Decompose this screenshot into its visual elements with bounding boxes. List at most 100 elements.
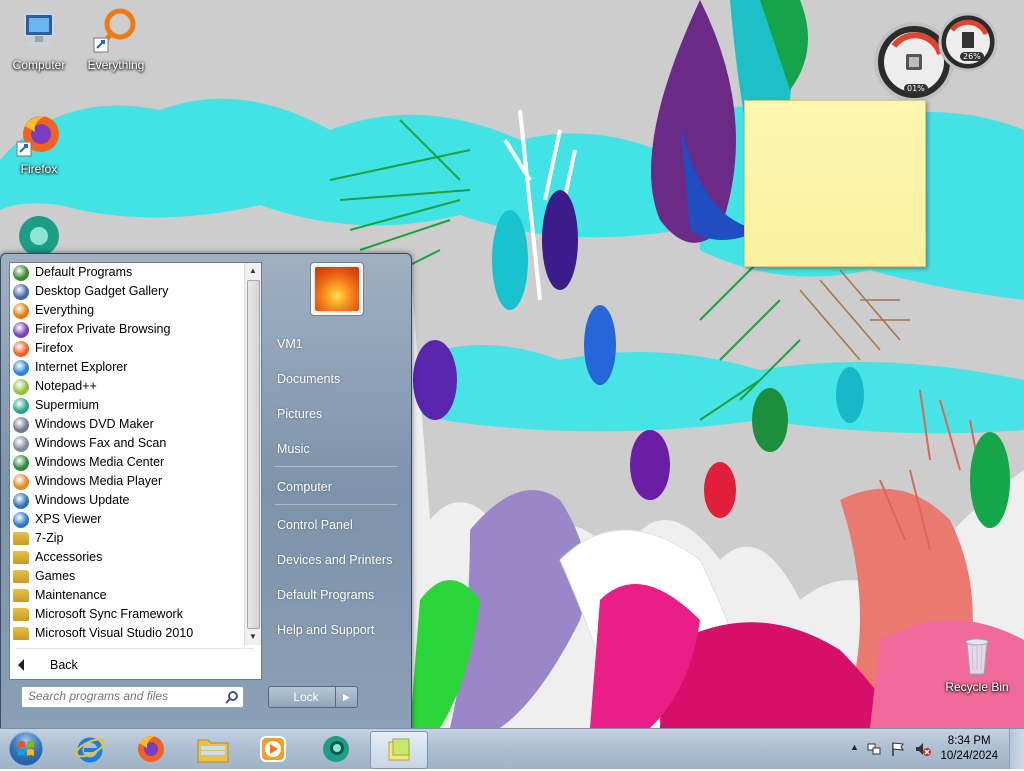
everything-icon xyxy=(13,302,29,319)
right-pane-item[interactable]: Control Panel xyxy=(277,518,353,532)
firefox-icon xyxy=(13,340,29,357)
supermium-icon xyxy=(323,736,349,762)
program-label: Windows Fax and Scan xyxy=(35,436,167,450)
program-item[interactable]: Windows DVD Maker xyxy=(10,415,244,434)
taskbar-firefox[interactable] xyxy=(125,731,177,767)
program-item[interactable]: Supermium xyxy=(10,396,244,415)
program-item[interactable]: Firefox Private Browsing xyxy=(10,320,244,339)
start-menu: Default Programs Desktop Gadget Gallery Ev… xyxy=(0,253,412,730)
dvd-maker-icon xyxy=(13,416,29,433)
folder-icon xyxy=(197,739,229,763)
windows-update-icon xyxy=(13,492,29,509)
program-label: Default Programs xyxy=(35,265,133,279)
right-pane-item[interactable]: Pictures xyxy=(277,407,322,421)
desktop-icon-computer[interactable]: Computer xyxy=(2,8,76,72)
clock-time: 8:34 PM xyxy=(947,735,991,747)
supermium-icon xyxy=(13,397,29,414)
sticky-note[interactable] xyxy=(744,100,926,267)
desktop-icon-firefox[interactable]: Firefox xyxy=(2,112,76,176)
folder-icon xyxy=(13,551,29,564)
program-item[interactable]: Maintenance xyxy=(10,586,244,605)
media-center-icon xyxy=(13,454,29,471)
scroll-up-icon[interactable]: ▲ xyxy=(245,263,261,279)
network-icon[interactable] xyxy=(866,741,882,757)
program-label: Windows Update xyxy=(35,493,130,507)
show-hidden-icons-icon[interactable]: ▲ xyxy=(850,742,859,752)
clock[interactable]: 8:34 PM 10/24/2024 xyxy=(940,734,998,764)
program-label: Accessories xyxy=(35,550,103,564)
internet-explorer-icon xyxy=(75,737,105,763)
desktop-icon-everything[interactable]: Everything xyxy=(79,8,153,72)
start-button[interactable] xyxy=(4,730,48,768)
desktop-icon-label: Firefox xyxy=(20,162,58,176)
clock-date: 10/24/2024 xyxy=(940,750,998,762)
media-player-icon xyxy=(260,736,286,762)
program-item[interactable]: Windows Media Center xyxy=(10,453,244,472)
program-label: Firefox xyxy=(35,341,74,355)
cpu-percent: 01% xyxy=(904,84,928,93)
firefox-icon xyxy=(138,735,164,762)
right-pane-item[interactable]: Default Programs xyxy=(277,588,374,602)
program-item[interactable]: Windows Media Player xyxy=(10,472,244,491)
desktop-icon-recycle-bin[interactable]: Recycle Bin xyxy=(940,630,1014,694)
program-label: Notepad++ xyxy=(35,379,97,393)
program-item[interactable]: Windows Fax and Scan xyxy=(10,434,244,453)
recycle-bin-icon xyxy=(953,630,1001,678)
program-item[interactable]: Internet Explorer xyxy=(10,358,244,377)
taskbar-media-player[interactable] xyxy=(247,731,299,767)
program-label: Microsoft Visual Studio 2010 xyxy=(35,626,194,640)
taskbar: ▲ 8:34 PM 10/24/2024 xyxy=(0,728,1024,769)
taskbar-file-explorer[interactable] xyxy=(187,731,239,767)
windows-orb-icon xyxy=(8,731,44,767)
folder-icon xyxy=(13,589,29,602)
program-item[interactable]: Notepad++ xyxy=(10,377,244,396)
taskbar-supermium[interactable] xyxy=(310,731,362,767)
divider xyxy=(16,648,254,649)
search-icon[interactable] xyxy=(225,690,239,707)
search-input[interactable] xyxy=(28,687,218,705)
program-item[interactable]: XPS Viewer xyxy=(10,510,244,529)
media-player-icon xyxy=(13,473,29,490)
user-avatar[interactable] xyxy=(310,262,364,316)
right-pane-item[interactable]: Help and Support xyxy=(277,623,374,637)
gadget-gallery-icon xyxy=(13,283,29,300)
program-item[interactable]: Default Programs xyxy=(10,263,244,282)
program-item[interactable]: Games xyxy=(10,567,244,586)
firefox-icon xyxy=(15,112,63,160)
scroll-down-icon[interactable]: ▼ xyxy=(245,629,261,645)
desktop-icon-label: Computer xyxy=(12,58,66,72)
program-item[interactable]: Firefox xyxy=(10,339,244,358)
divider xyxy=(275,504,397,505)
desktop-icon-label: Everything xyxy=(87,58,145,72)
right-pane-item[interactable]: Documents xyxy=(277,372,340,386)
volume-muted-icon[interactable] xyxy=(914,741,932,757)
folder-icon xyxy=(13,532,29,545)
program-item[interactable]: Accessories xyxy=(10,548,244,567)
program-item[interactable]: Microsoft Sync Framework xyxy=(10,605,244,624)
program-label: XPS Viewer xyxy=(35,512,102,526)
program-item[interactable]: 7-Zip xyxy=(10,529,244,548)
search-box[interactable] xyxy=(21,686,244,708)
program-item[interactable]: Windows Update xyxy=(10,491,244,510)
program-item[interactable]: Microsoft Visual Studio 2010 xyxy=(10,624,244,643)
xps-viewer-icon xyxy=(13,511,29,528)
right-pane-item[interactable]: Music xyxy=(277,442,310,456)
show-desktop-button[interactable] xyxy=(1009,729,1024,769)
back-button[interactable]: Back xyxy=(18,653,78,677)
right-pane-item[interactable]: Devices and Printers xyxy=(277,553,392,567)
right-pane-item[interactable]: Computer xyxy=(277,480,332,494)
shutdown-options-button[interactable]: ▶ xyxy=(335,686,358,708)
taskbar-internet-explorer[interactable] xyxy=(64,731,116,767)
lock-button[interactable]: Lock xyxy=(268,686,344,708)
cpu-meter-gadget[interactable]: 01% 26% xyxy=(872,6,1000,102)
taskbar-sticky-notes[interactable] xyxy=(370,731,428,769)
scrollbar-thumb[interactable] xyxy=(247,280,260,629)
computer-icon xyxy=(15,8,63,56)
programs-scrollbar[interactable]: ▲ ▼ xyxy=(244,263,261,645)
chevron-right-icon: ▶ xyxy=(343,692,350,702)
program-item[interactable]: Everything xyxy=(10,301,244,320)
action-center-flag-icon[interactable] xyxy=(890,741,906,757)
desktop-icon-label: Recycle Bin xyxy=(945,680,1009,694)
right-pane-item[interactable]: VM1 xyxy=(277,337,303,351)
program-item[interactable]: Desktop Gadget Gallery xyxy=(10,282,244,301)
